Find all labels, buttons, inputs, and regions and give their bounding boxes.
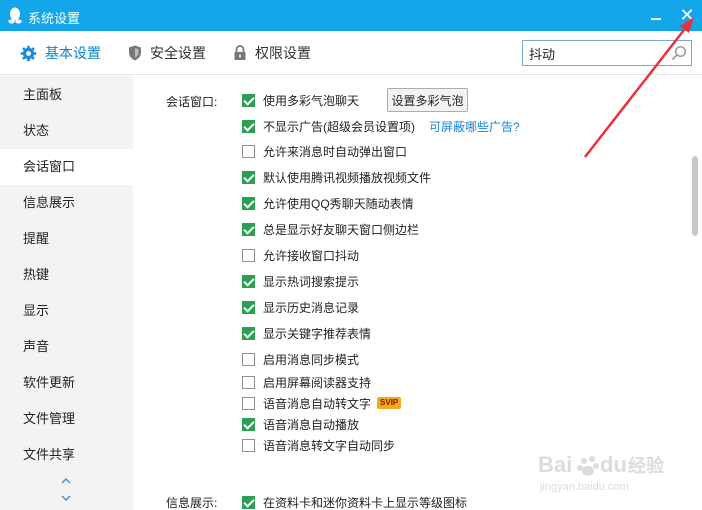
svg-text:du: du [600,452,627,477]
chevron-down-icon[interactable] [60,493,72,503]
option-hot-word-hints[interactable]: 显示热词搜索提示 [242,273,359,289]
settings-tab-bar: 基本设置 安全设置 权限设置 [0,31,702,75]
checkbox[interactable] [242,93,255,107]
option-label: 显示热词搜索提示 [263,274,360,289]
tab-label: 安全设置 [150,45,206,61]
option-label: 允许来消息时自动弹出窗口 [263,144,408,159]
option-voice-text-sync[interactable]: 语音消息转文字自动同步 [242,437,395,453]
colorful-bubble-settings-button[interactable]: 设置多彩气泡 [387,88,468,112]
checkbox[interactable] [242,352,255,366]
checkbox[interactable] [242,222,255,236]
checkbox[interactable] [242,300,255,314]
sidebar-item-session-window[interactable]: 会话窗口 [0,149,133,185]
blockable-ads-link[interactable]: 可屏蔽哪些广告? [429,118,520,135]
tab-security-settings[interactable]: 安全设置 [128,31,206,75]
content-scrollbar[interactable] [692,156,698,236]
checkbox[interactable] [242,326,255,340]
svg-text:Bai: Bai [538,452,572,477]
checkbox[interactable] [242,375,255,389]
search-input[interactable] [523,41,665,65]
option-label: 在资料卡和迷你资料卡上显示等级图标 [263,495,468,510]
option-message-sync-mode[interactable]: 启用消息同步模式 [242,351,359,367]
option-auto-popup-window[interactable]: 允许来消息时自动弹出窗口 [242,143,407,159]
option-label: 启用消息同步模式 [263,352,360,367]
svg-text:经验: 经验 [628,455,665,477]
sidebar-item-reminder[interactable]: 提醒 [0,221,133,257]
option-tencent-video-default[interactable]: 默认使用腾讯视频播放视频文件 [242,169,431,185]
tab-basic-settings[interactable]: 基本设置 [20,31,101,75]
checkbox[interactable] [242,396,255,410]
checkbox[interactable] [242,196,255,210]
option-allow-window-shake[interactable]: 允许接收窗口抖动 [242,247,359,263]
option-label: 默认使用腾讯视频播放视频文件 [263,170,432,185]
section-label-info-display: 信息展示: [166,496,218,510]
search-icon[interactable] [671,45,687,61]
minimize-button[interactable] [645,6,667,26]
qq-penguin-icon [8,7,22,24]
sidebar-item-file-sharing[interactable]: 文件共享 [0,437,133,473]
tab-permission-settings[interactable]: 权限设置 [233,31,311,75]
option-label: 使用多彩气泡聊天 [263,93,360,108]
option-label: 语音消息自动播放 [263,417,360,432]
option-colorful-bubble-chat[interactable]: 使用多彩气泡聊天 [242,92,359,108]
settings-search-box [522,40,692,66]
sidebar-item-software-update[interactable]: 软件更新 [0,365,133,401]
baidu-jingyan-watermark: Bai du 经验 jingyan.baidu.com [538,452,665,493]
sidebar-item-hotkeys[interactable]: 热键 [0,257,133,293]
tab-label: 权限设置 [255,45,311,61]
option-show-level-icon[interactable]: 在资料卡和迷你资料卡上显示等级图标 [242,494,467,510]
option-screen-reader[interactable]: 启用屏幕阅读器支持 [242,374,371,390]
settings-sidebar: 主面板 状态 会话窗口 信息展示 提醒 热键 显示 声音 软件更新 文件管理 文… [0,76,133,510]
option-label: 语音消息转文字自动同步 [263,438,396,453]
option-label: 允许使用QQ秀聊天随动表情 [263,196,414,211]
checkbox[interactable] [242,119,255,133]
option-label: 允许接收窗口抖动 [263,248,360,263]
checkbox[interactable] [242,274,255,288]
checkbox[interactable] [242,417,255,431]
svip-badge: SVIP [377,397,402,409]
shield-icon [128,45,142,61]
checkbox[interactable] [242,495,255,509]
option-label: 总是显示好友聊天窗口侧边栏 [263,222,420,237]
option-voice-autoplay[interactable]: 语音消息自动播放 [242,416,359,432]
sidebar-item-sound[interactable]: 声音 [0,329,133,365]
sidebar-item-info-display[interactable]: 信息展示 [0,185,133,221]
gear-icon [20,45,37,62]
title-bar: 系统设置 ✕ [0,0,702,31]
option-label: 语音消息自动转文字 [263,396,372,411]
option-label: 显示关键字推荐表情 [263,326,372,341]
chevron-up-icon[interactable] [60,476,72,486]
option-label: 启用屏幕阅读器支持 [263,375,372,390]
settings-content: 会话窗口: 设置多彩气泡 使用多彩气泡聊天 不显示广告(超级会员设置项) 可屏蔽哪… [133,76,702,510]
lock-icon [233,45,247,61]
option-show-history[interactable]: 显示历史消息记录 [242,299,359,315]
close-button[interactable]: ✕ [676,5,698,27]
option-always-show-sidebar[interactable]: 总是显示好友聊天窗口侧边栏 [242,221,419,237]
sidebar-item-status[interactable]: 状态 [0,113,133,149]
sidebar-item-main-panel[interactable]: 主面板 [0,77,133,113]
checkbox[interactable] [242,170,255,184]
tab-label: 基本设置 [45,45,101,61]
option-label: 不显示广告(超级会员设置项) [263,119,415,134]
checkbox[interactable] [242,144,255,158]
option-label: 显示历史消息记录 [263,300,360,315]
svg-text:jingyan.baidu.com: jingyan.baidu.com [539,481,629,493]
checkbox[interactable] [242,248,255,262]
window-title: 系统设置 [28,11,81,26]
sidebar-item-display[interactable]: 显示 [0,293,133,329]
option-keyword-emoji[interactable]: 显示关键字推荐表情 [242,325,371,341]
checkbox[interactable] [242,438,255,452]
section-label-session-window: 会话窗口: [166,95,218,109]
sidebar-item-file-management[interactable]: 文件管理 [0,401,133,437]
option-voice-to-text[interactable]: 语音消息自动转文字 SVIP [242,395,402,411]
option-qq-show-emotes[interactable]: 允许使用QQ秀聊天随动表情 [242,195,414,211]
option-hide-ads[interactable]: 不显示广告(超级会员设置项) 可屏蔽哪些广告? [242,118,520,134]
